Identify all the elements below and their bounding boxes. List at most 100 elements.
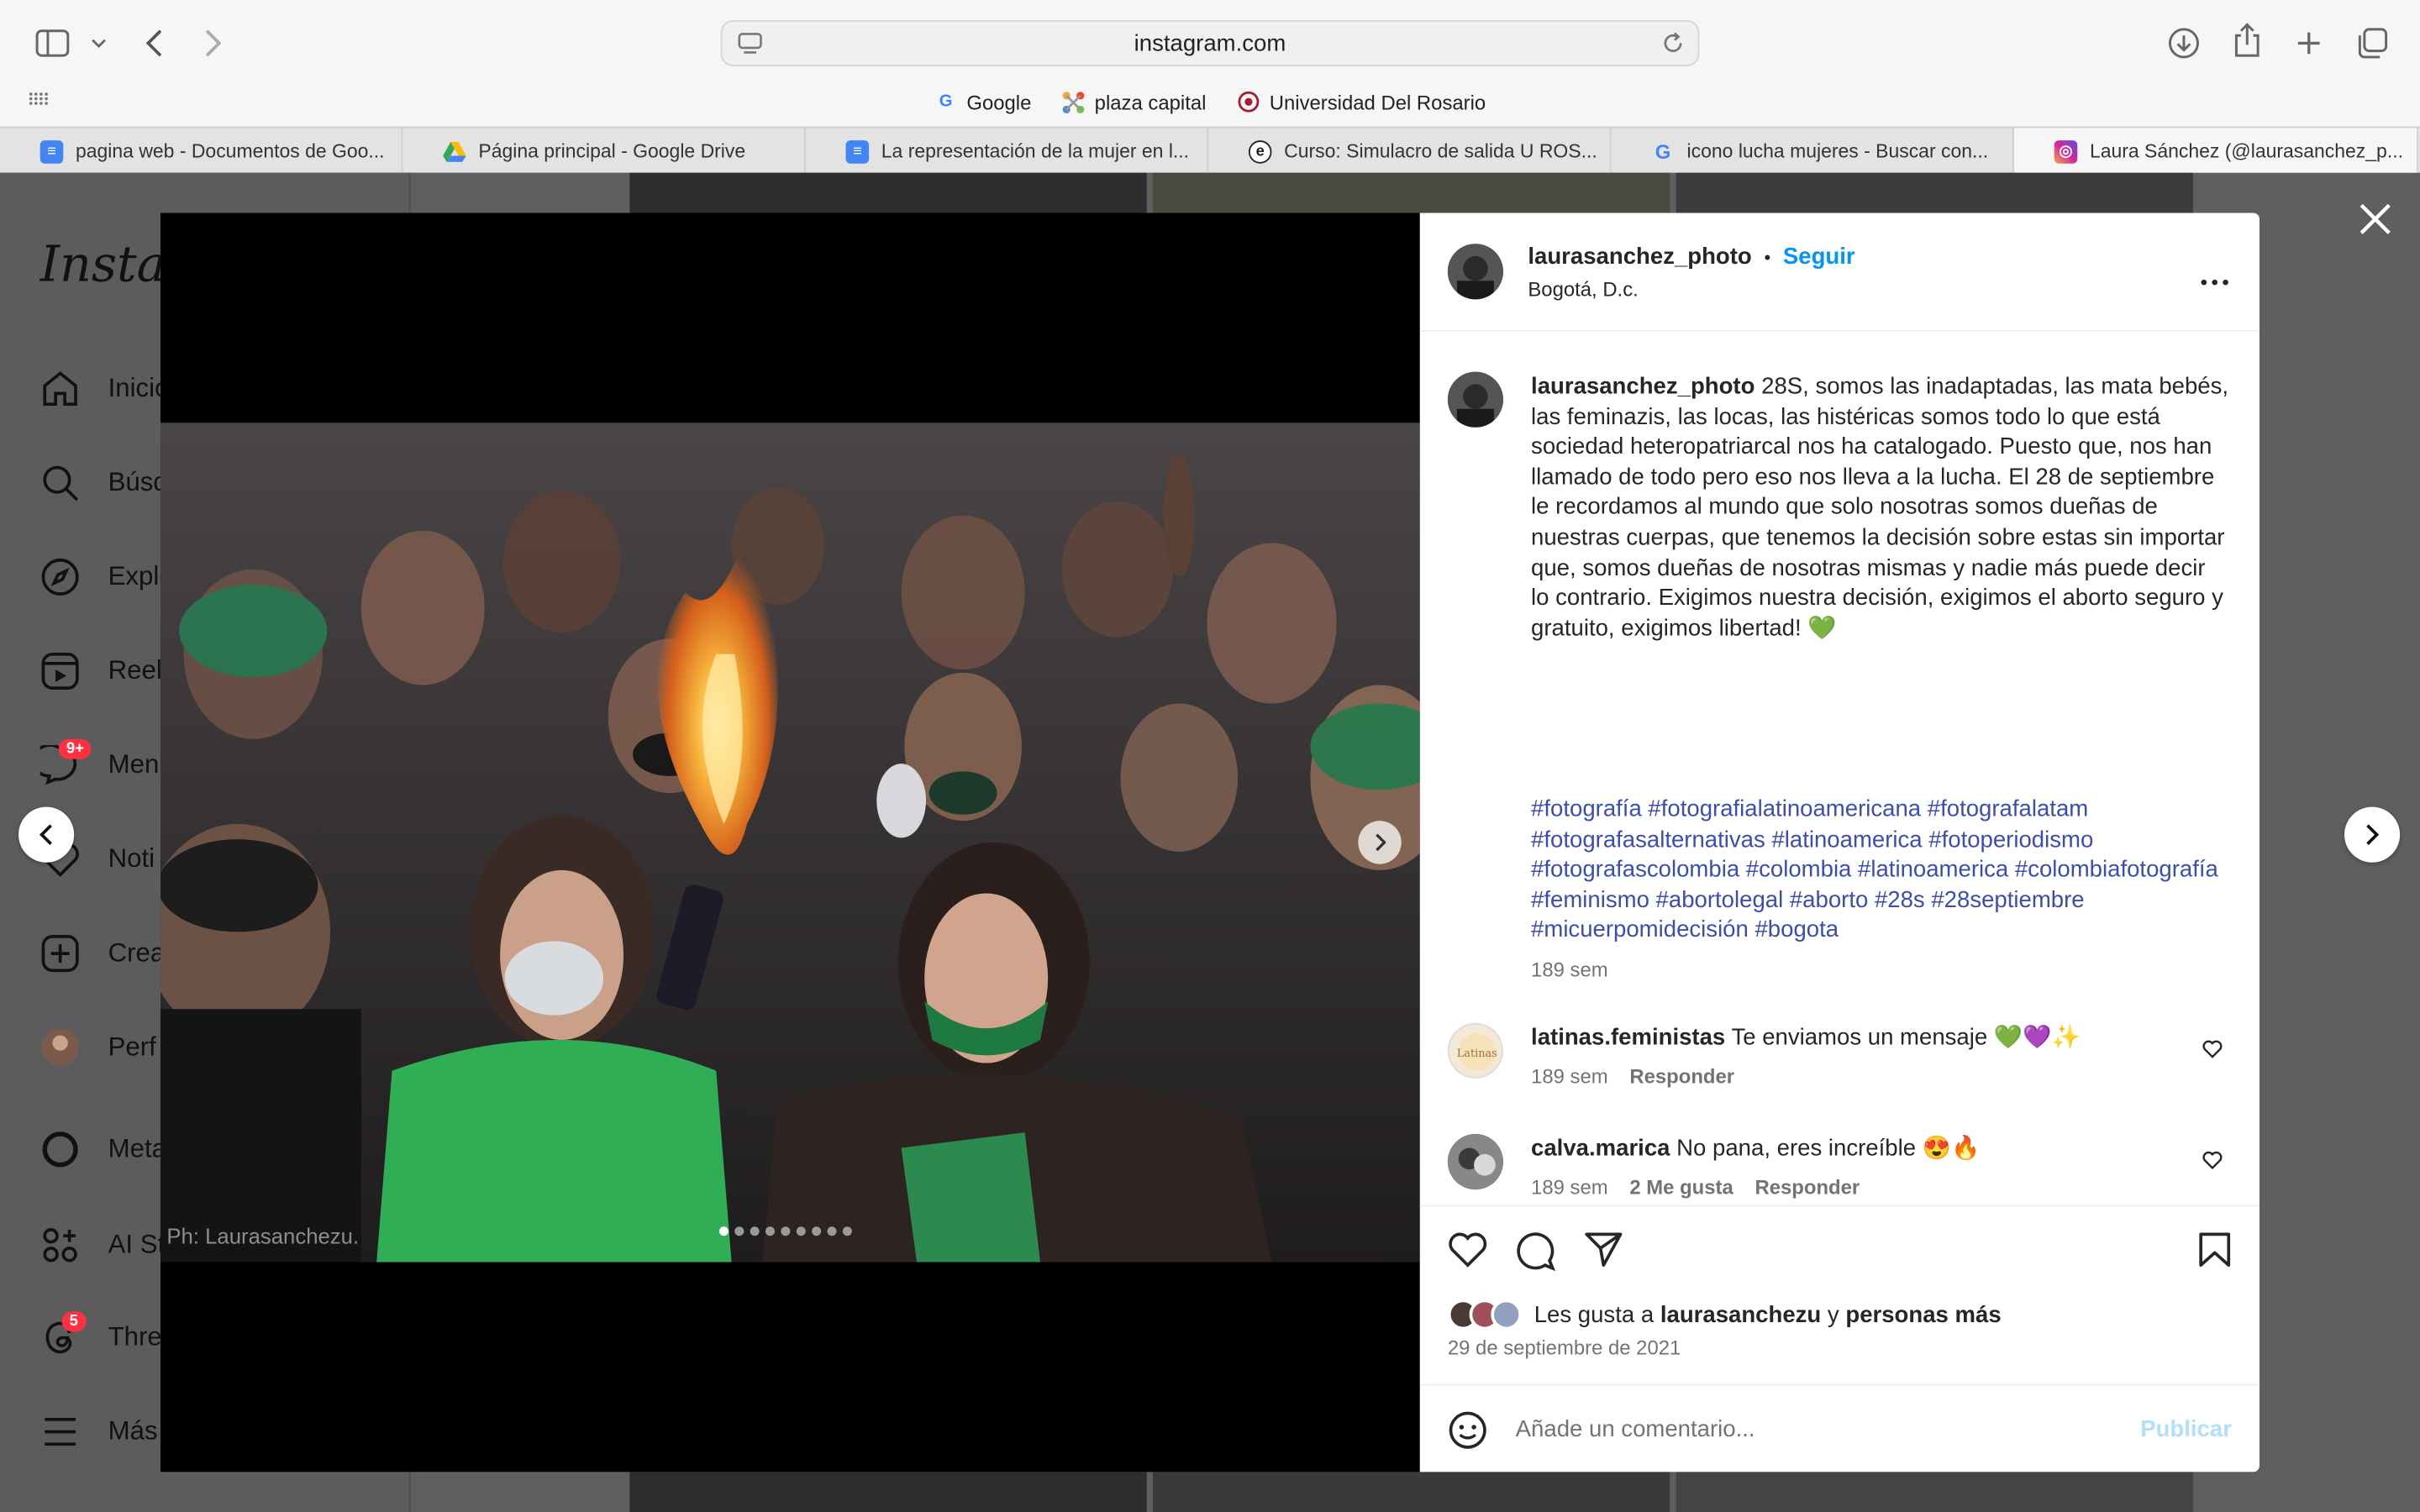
protest-photo-image [160,423,1420,1263]
save-icon[interactable] [2198,1231,2232,1276]
reload-icon[interactable] [1660,31,1685,62]
favorite-google[interactable]: G Google [934,90,1032,113]
tab-docs-representacion[interactable]: ≡ La representación de la mujer en l... [806,128,1209,175]
post-photo[interactable]: Ph: Laurasanchezu. [160,423,1420,1263]
share-icon[interactable] [1583,1231,1623,1276]
tab-label: Curso: Simulacro de salida U ROS... [1284,140,1597,162]
carousel-dot [718,1226,729,1236]
comment-meta: 189 sem Responder [1531,1064,1734,1088]
like-icon[interactable] [1448,1231,1488,1276]
sidebar-item-home[interactable]: Inicio [40,369,170,409]
profile-avatar [41,1029,79,1067]
sidebar-item-ai-studio[interactable]: AI St [40,1225,166,1265]
sidebar-item-threads[interactable]: Thre [40,1318,162,1358]
post-location[interactable]: Bogotá, D.c. [1528,278,1638,302]
reply-button[interactable]: Responder [1754,1176,1860,1200]
sidebar-item-search[interactable]: Búsq [40,463,168,503]
profile-grid-tile[interactable] [629,172,1147,213]
comment-likes[interactable]: 2 Me gusta [1629,1176,1733,1200]
sidebar-item-label: Men [108,749,160,780]
more-options-icon[interactable] [2201,265,2228,293]
tab-google-drive[interactable]: Página principal - Google Drive [402,128,806,175]
profile-grid-tile[interactable] [1676,1472,2193,1512]
instagram-icon: ◎ [2054,139,2078,163]
caption-username[interactable]: laurasanchez_photo [1531,373,1754,399]
favorite-universidad-rosario[interactable]: Universidad Del Rosario [1237,90,1486,113]
comment-text: calva.marica No pana, eres increíble 😍🔥 [1531,1134,2179,1163]
carousel-dot [734,1226,744,1236]
chevron-right-icon [2366,824,2380,845]
like-comment-icon[interactable] [2202,1038,2223,1066]
new-tab-icon[interactable] [2287,22,2330,65]
carousel-next-button[interactable] [1358,821,1402,864]
tab-docs-pagina-web[interactable]: ≡ pagina web - Documentos de Goo... [0,128,403,175]
close-icon[interactable] [2357,201,2394,238]
download-icon[interactable] [2162,22,2205,65]
hashtags-text[interactable]: #fotografía #fotografialatinoamericana #… [1531,796,2218,943]
profile-grid-tile[interactable] [1153,1472,1670,1512]
tab-instagram[interactable]: ◎ Laura Sánchez (@laurasanchez_p... [2013,128,2419,175]
messages-badge: 9+ [58,738,92,759]
sidebar-item-reels[interactable]: Reel [40,651,162,691]
comment-username[interactable]: calva.marica [1531,1136,1670,1162]
back-icon[interactable] [133,22,176,65]
sidebar-toggle-icon[interactable] [31,22,74,65]
sidebar-item-more[interactable]: Más [40,1412,158,1452]
carousel-dot [750,1226,760,1236]
sidebar-item-messages[interactable]: Men [39,745,160,785]
comment-username[interactable]: latinas.feministas [1531,1025,1725,1051]
chevron-down-icon[interactable] [77,22,120,65]
tab-label: Página principal - Google Drive [478,140,746,162]
next-post-button[interactable] [2344,806,2401,863]
forward-icon[interactable] [192,22,234,65]
photo-credit: Ph: Laurasanchezu. [166,1223,360,1248]
url-bar[interactable]: instagram.com [720,19,1700,66]
tab-label: Laura Sánchez (@laurasanchez_p... [2089,140,2403,162]
caption-author-avatar[interactable] [1447,371,1503,428]
share-icon[interactable] [2226,18,2269,61]
likes-user[interactable]: laurasanchezu [1660,1301,1821,1327]
profile-grid-tile[interactable] [629,1472,1147,1512]
author-username[interactable]: laurasanchez_photo [1528,244,1751,270]
reply-button[interactable]: Responder [1629,1064,1734,1088]
previous-post-button[interactable] [18,806,75,863]
browser-toolbar: instagram.com G Google plaza capital Uni… [0,0,2420,127]
tab-bar: ≡ pagina web - Documentos de Goo... Pági… [0,126,2420,175]
sidebar-item-explore[interactable]: Explo [40,557,174,597]
post-actions: Les gusta a laurasanchezu y personas más… [1419,1205,2260,1472]
publish-button[interactable]: Publicar [2140,1416,2232,1442]
sidebar-item-profile[interactable]: Perf [40,1027,156,1068]
favorite-label: Google [966,90,1032,113]
likes-summary[interactable]: Les gusta a laurasanchezu y personas más [1447,1299,2002,1331]
favorites-bar: G Google plaza capital Universidad Del R… [0,81,2420,123]
reels-icon [41,652,79,690]
favorite-plaza-capital[interactable]: plaza capital [1062,90,1206,113]
likes-rest[interactable]: personas más [1845,1301,2001,1327]
search-icon [43,465,79,501]
e-learning-icon: e [1248,139,1272,163]
comment-meta: 189 sem 2 Me gusta Responder [1531,1176,1860,1200]
comment-icon[interactable] [1516,1231,1556,1279]
tab-overview-icon[interactable] [2350,22,2393,65]
like-comment-icon[interactable] [2202,1149,2223,1177]
rosario-crest-icon [1237,90,1260,113]
site-settings-icon[interactable] [738,33,762,60]
sidebar-item-meta-ai[interactable]: Meta [40,1129,166,1169]
sidebar-item-create[interactable]: Crea [40,933,166,974]
profile-grid-tile[interactable] [1676,172,2193,213]
author-avatar[interactable] [1447,244,1503,300]
comment-input[interactable]: Añade un comentario... [1516,1416,1755,1442]
emoji-icon[interactable] [1448,1410,1488,1458]
tab-google-search[interactable]: G icono lucha mujeres - Buscar con... [1612,128,2014,175]
likes-prefix: Les gusta a [1534,1301,1655,1328]
carousel-dot [796,1226,806,1236]
separator-dot: • [1764,245,1771,268]
tab-curso-simulacro[interactable]: e Curso: Simulacro de salida U ROS... [1208,128,1612,175]
profile-grid-tile[interactable] [1153,172,1670,213]
comment-time: 189 sem [1531,1175,1608,1200]
follow-button[interactable]: Seguir [1783,244,1855,270]
meta-ai-icon [42,1131,78,1168]
sidebar-item-label: Noti [108,843,155,874]
commenter-avatar[interactable]: Latinas [1447,1022,1503,1079]
commenter-avatar[interactable] [1447,1134,1503,1190]
